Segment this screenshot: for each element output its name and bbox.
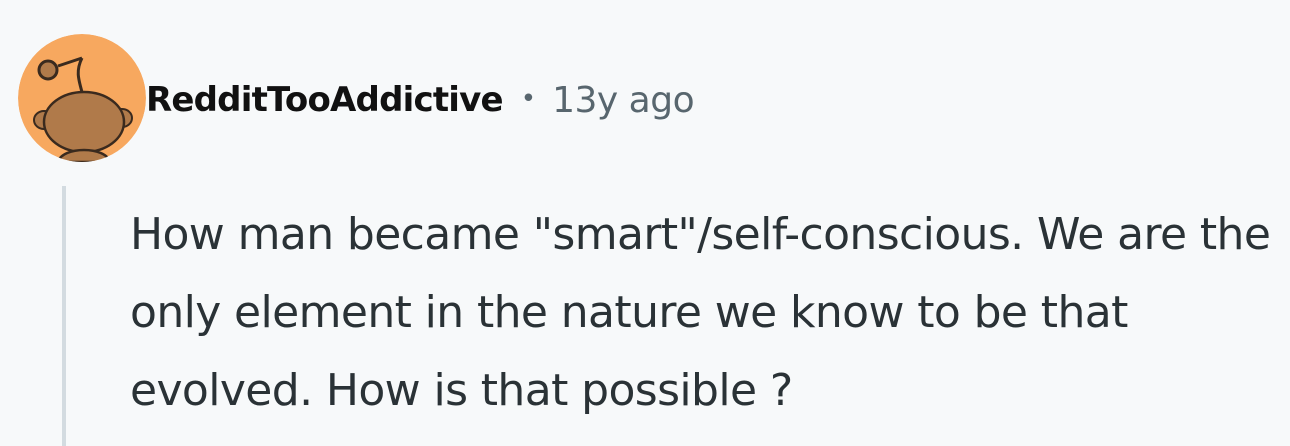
comment-header: RedditTooAddictive • 13y ago: [146, 72, 695, 128]
thread-collapse-line[interactable]: [62, 186, 66, 446]
comment-body: How man became "smart"/self-conscious. W…: [130, 209, 1271, 416]
snoo-avatar-icon: [18, 34, 146, 162]
meta-separator: •: [520, 84, 537, 114]
username-link[interactable]: RedditTooAddictive: [146, 80, 504, 120]
comment: RedditTooAddictive • 13y ago How man bec…: [0, 0, 1290, 446]
user-avatar[interactable]: [18, 34, 146, 162]
timestamp: 13y ago: [552, 79, 695, 121]
